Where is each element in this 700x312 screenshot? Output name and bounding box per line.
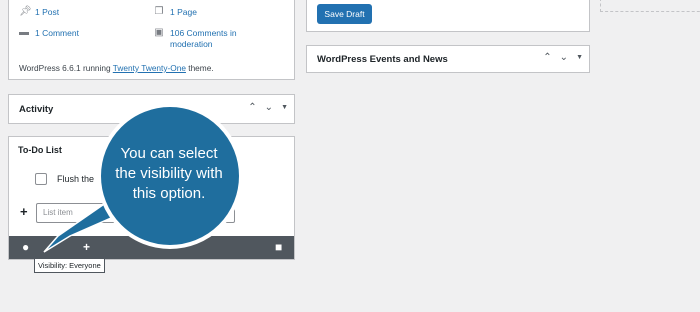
wordpress-version-line: WordPress 6.6.1 running Twenty Twenty-On… bbox=[19, 63, 214, 73]
activity-panel: Activity ⌃ ⌄ ▼ bbox=[8, 94, 295, 124]
plus-icon: + bbox=[20, 204, 28, 219]
visibility-tooltip: Visibility: Everyone bbox=[34, 258, 105, 273]
events-controls: ⌃ ⌄ ▼ bbox=[543, 52, 583, 64]
moderation-stat[interactable]: ▣ 106 Comments in moderation bbox=[154, 27, 237, 50]
move-up-icon[interactable]: ⌃ bbox=[248, 102, 256, 114]
save-draft-button[interactable]: Save Draft bbox=[317, 4, 372, 24]
at-a-glance-panel: 📌︎ 1 Post ❐ 1 Page ▬ 1 Comment ▣ 106 Com… bbox=[8, 0, 295, 80]
events-title: WordPress Events and News bbox=[317, 54, 448, 65]
globe-icon[interactable]: ● bbox=[22, 241, 29, 253]
posts-stat[interactable]: 📌︎ 1 Post bbox=[19, 7, 59, 18]
moderation-line-1: 106 Comments in bbox=[170, 28, 237, 38]
list-item-input[interactable]: List item bbox=[36, 203, 235, 223]
toggle-panel-icon[interactable]: ▼ bbox=[576, 52, 583, 64]
pages-stat[interactable]: ❐ 1 Page bbox=[154, 7, 197, 18]
callout-text: You can select the visibility with this … bbox=[102, 144, 236, 204]
trash-icon[interactable]: ■ bbox=[275, 241, 282, 253]
events-news-panel: WordPress Events and News ⌃ ⌄ ▼ bbox=[306, 45, 590, 73]
pages-count-link[interactable]: 1 Page bbox=[170, 7, 197, 18]
todo-item-text: Flush the bbox=[57, 174, 95, 184]
theme-link[interactable]: Twenty Twenty-One bbox=[113, 63, 186, 73]
move-down-icon[interactable]: ⌄ bbox=[560, 52, 568, 64]
comments-stat[interactable]: ▬ 1 Comment bbox=[19, 28, 79, 39]
callout-line-2: the visibility with bbox=[115, 165, 223, 182]
callout-line-3: this option. bbox=[132, 185, 206, 202]
comments-count-link[interactable]: 1 Comment bbox=[35, 28, 79, 39]
empty-drop-zone bbox=[600, 0, 700, 12]
todo-item-checkbox[interactable] bbox=[35, 173, 47, 185]
activity-title: Activity bbox=[19, 104, 54, 115]
comments-icon: ▣ bbox=[154, 27, 164, 38]
move-down-icon[interactable]: ⌄ bbox=[265, 102, 273, 114]
activity-controls: ⌃ ⌄ ▼ bbox=[248, 102, 288, 114]
wp-suffix-text: theme. bbox=[185, 63, 214, 73]
posts-count-link[interactable]: 1 Post bbox=[35, 7, 59, 18]
comment-icon: ▬ bbox=[19, 27, 29, 38]
todo-toolbar: ● + ■ bbox=[9, 236, 294, 259]
wp-version-text: WordPress 6.6.1 running bbox=[19, 63, 113, 73]
toggle-panel-icon[interactable]: ▼ bbox=[281, 102, 288, 114]
moderation-link[interactable]: 106 Comments in moderation bbox=[170, 28, 237, 50]
moderation-line-2: moderation bbox=[170, 39, 213, 49]
move-up-icon[interactable]: ⌃ bbox=[543, 52, 551, 64]
callout-line-1: You can select bbox=[120, 145, 218, 162]
pages-icon: ❐ bbox=[154, 6, 164, 17]
pin-icon: 📌︎ bbox=[19, 6, 32, 17]
todo-title: To-Do List bbox=[18, 145, 62, 155]
add-item-plus-icon[interactable]: + bbox=[83, 241, 90, 253]
quick-draft-panel: Save Draft bbox=[306, 0, 590, 32]
